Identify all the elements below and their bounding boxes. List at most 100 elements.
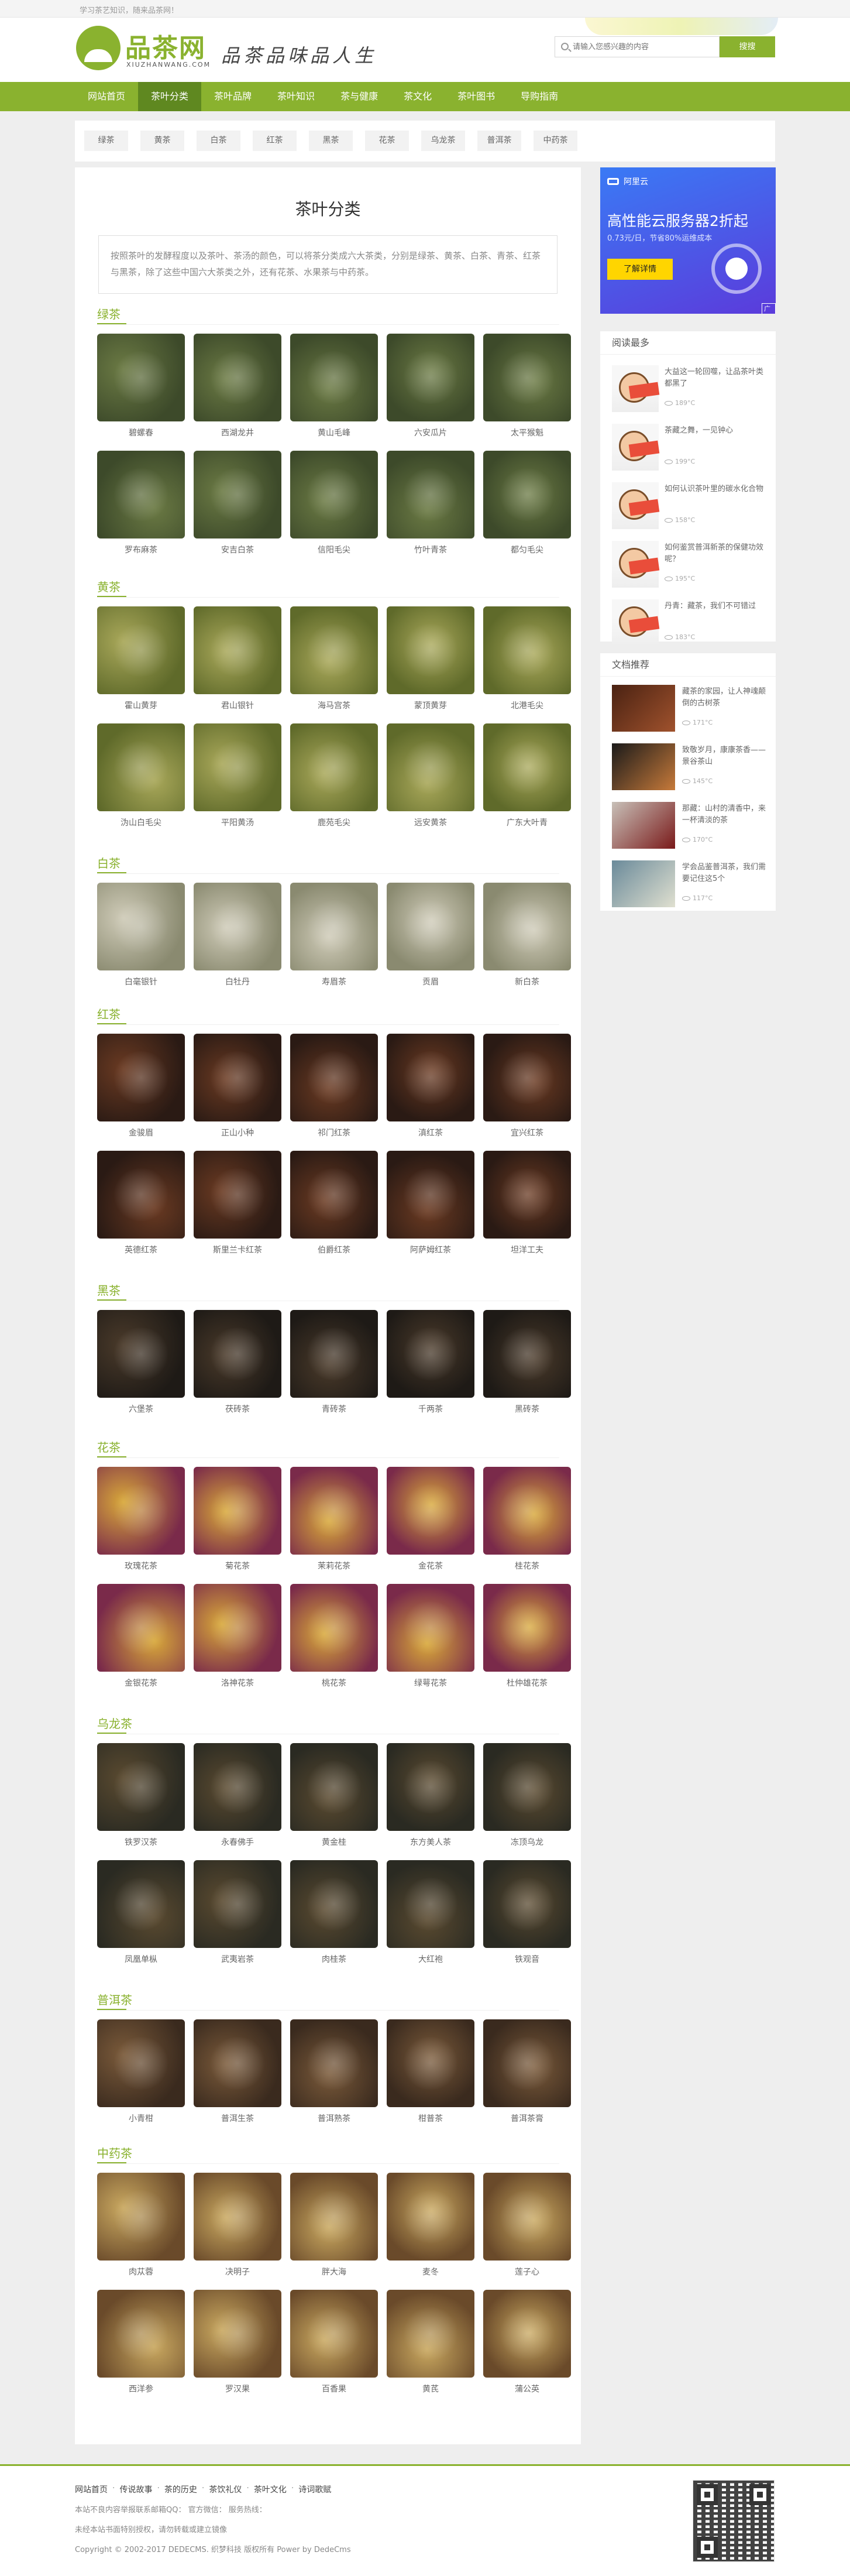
tea-name[interactable]: 铁罗汉茶 bbox=[97, 1831, 185, 1860]
tea-image[interactable] bbox=[483, 1034, 571, 1121]
tea-name[interactable]: 菊花茶 bbox=[194, 1555, 281, 1584]
tea-image[interactable] bbox=[97, 334, 185, 421]
tea-card[interactable]: 永春佛手 bbox=[194, 1743, 281, 1860]
tea-card[interactable]: 东方美人茶 bbox=[387, 1743, 474, 1860]
tea-image[interactable] bbox=[483, 1584, 571, 1672]
footer-link[interactable]: 茶饮礼仪 bbox=[209, 2484, 242, 2495]
tea-card[interactable]: 君山银针 bbox=[194, 606, 281, 723]
tea-name[interactable]: 东方美人茶 bbox=[387, 1831, 474, 1860]
most-read-item[interactable]: 茶藏之舞，一见钟心 199°C bbox=[600, 413, 776, 472]
tea-image[interactable] bbox=[483, 606, 571, 694]
tea-name[interactable]: 沩山白毛尖 bbox=[97, 811, 185, 841]
footer-link[interactable]: 茶叶文化 bbox=[254, 2484, 287, 2495]
tea-name[interactable]: 麦冬 bbox=[387, 2261, 474, 2290]
doc-item-title[interactable]: 学会品鉴普洱茶，我们需要记住这5个 bbox=[682, 862, 770, 885]
tea-name[interactable]: 贡眉 bbox=[387, 970, 474, 1000]
tea-card[interactable]: 罗布麻茶 bbox=[97, 451, 185, 568]
tea-card[interactable]: 贡眉 bbox=[387, 883, 474, 1000]
most-read-thumb[interactable] bbox=[612, 424, 660, 471]
tea-name[interactable]: 都匀毛尖 bbox=[483, 538, 571, 568]
doc-thumb[interactable] bbox=[612, 685, 675, 732]
tea-image[interactable] bbox=[483, 2019, 571, 2107]
tea-image[interactable] bbox=[483, 451, 571, 538]
tea-name[interactable]: 金花茶 bbox=[387, 1555, 474, 1584]
tea-name[interactable]: 普洱生茶 bbox=[194, 2107, 281, 2136]
nav-item-7[interactable]: 导购指南 bbox=[508, 82, 571, 111]
most-read-thumb[interactable] bbox=[612, 599, 660, 646]
doc-item[interactable]: 致敬岁月，康康茶香——景谷茶山 145°C bbox=[600, 735, 776, 794]
tea-card[interactable]: 伯爵红茶 bbox=[290, 1151, 378, 1268]
tea-image[interactable] bbox=[97, 723, 185, 811]
tea-image[interactable] bbox=[97, 1584, 185, 1672]
tea-card[interactable]: 六安瓜片 bbox=[387, 334, 474, 451]
tea-card[interactable]: 千两茶 bbox=[387, 1310, 474, 1427]
tea-card[interactable]: 西洋参 bbox=[97, 2290, 185, 2407]
doc-thumb[interactable] bbox=[612, 743, 675, 790]
tea-image[interactable] bbox=[194, 451, 281, 538]
tea-card[interactable]: 斯里兰卡红茶 bbox=[194, 1151, 281, 1268]
tea-name[interactable]: 武夷岩茶 bbox=[194, 1948, 281, 1977]
tea-card[interactable]: 小青柑 bbox=[97, 2019, 185, 2136]
subnav-item-5[interactable]: 花茶 bbox=[365, 131, 409, 151]
tea-image[interactable] bbox=[387, 2290, 474, 2378]
tea-image[interactable] bbox=[194, 723, 281, 811]
tea-card[interactable]: 金银花茶 bbox=[97, 1584, 185, 1701]
tea-card[interactable]: 凤凰单枞 bbox=[97, 1860, 185, 1977]
tea-image[interactable] bbox=[290, 723, 378, 811]
tea-image[interactable] bbox=[290, 2019, 378, 2107]
tea-name[interactable]: 滇红茶 bbox=[387, 1121, 474, 1151]
tea-image[interactable] bbox=[97, 1743, 185, 1831]
tea-image[interactable] bbox=[194, 334, 281, 421]
tea-card[interactable]: 六堡茶 bbox=[97, 1310, 185, 1427]
tea-card[interactable]: 大红袍 bbox=[387, 1860, 474, 1977]
tea-card[interactable]: 碧螺春 bbox=[97, 334, 185, 451]
tea-card[interactable]: 新白茶 bbox=[483, 883, 571, 1000]
doc-item-title[interactable]: 致敬岁月，康康茶香——景谷茶山 bbox=[682, 745, 770, 768]
tea-name[interactable]: 斯里兰卡红茶 bbox=[194, 1239, 281, 1268]
nav-item-1[interactable]: 茶叶分类 bbox=[138, 82, 202, 111]
tea-name[interactable]: 千两茶 bbox=[387, 1398, 474, 1427]
tea-name[interactable]: 黄芪 bbox=[387, 2378, 474, 2407]
tea-card[interactable]: 坦洋工夫 bbox=[483, 1151, 571, 1268]
tea-name[interactable]: 平阳黄汤 bbox=[194, 811, 281, 841]
tea-image[interactable] bbox=[194, 1310, 281, 1398]
tea-card[interactable]: 都匀毛尖 bbox=[483, 451, 571, 568]
tea-name[interactable]: 罗汉果 bbox=[194, 2378, 281, 2407]
tea-card[interactable]: 金花茶 bbox=[387, 1467, 474, 1584]
tea-card[interactable]: 铁观音 bbox=[483, 1860, 571, 1977]
doc-item[interactable]: 学会品鉴普洱茶，我们需要记住这5个 117°C bbox=[600, 852, 776, 911]
tea-name[interactable]: 青砖茶 bbox=[290, 1398, 378, 1427]
tea-card[interactable]: 罗汉果 bbox=[194, 2290, 281, 2407]
tea-image[interactable] bbox=[97, 883, 185, 970]
tea-image[interactable] bbox=[290, 1743, 378, 1831]
tea-name[interactable]: 新白茶 bbox=[483, 970, 571, 1000]
tea-image[interactable] bbox=[290, 1860, 378, 1948]
tea-image[interactable] bbox=[483, 1860, 571, 1948]
subnav-item-2[interactable]: 白茶 bbox=[197, 131, 240, 151]
tea-name[interactable]: 西湖龙井 bbox=[194, 421, 281, 451]
tea-card[interactable]: 英德红茶 bbox=[97, 1151, 185, 1268]
doc-item[interactable]: 藏茶的家园，让人神魂颠倒的古树茶 171°C bbox=[600, 677, 776, 735]
most-read-item[interactable]: 如何认识茶叶里的碳水化合物 158°C bbox=[600, 472, 776, 530]
tea-image[interactable] bbox=[97, 1034, 185, 1121]
tea-name[interactable]: 阿萨姆红茶 bbox=[387, 1239, 474, 1268]
tea-image[interactable] bbox=[387, 606, 474, 694]
tea-card[interactable]: 鹿苑毛尖 bbox=[290, 723, 378, 841]
tea-name[interactable]: 小青柑 bbox=[97, 2107, 185, 2136]
tea-name[interactable]: 普洱茶膏 bbox=[483, 2107, 571, 2136]
tea-name[interactable]: 白牡丹 bbox=[194, 970, 281, 1000]
tea-name[interactable]: 桂花茶 bbox=[483, 1555, 571, 1584]
tea-image[interactable] bbox=[194, 1743, 281, 1831]
tea-card[interactable]: 金骏眉 bbox=[97, 1034, 185, 1151]
tea-image[interactable] bbox=[387, 883, 474, 970]
tea-card[interactable]: 太平猴魁 bbox=[483, 334, 571, 451]
tea-image[interactable] bbox=[194, 883, 281, 970]
tea-name[interactable]: 鹿苑毛尖 bbox=[290, 811, 378, 841]
tea-name[interactable]: 桃花茶 bbox=[290, 1672, 378, 1701]
tea-card[interactable]: 广东大叶青 bbox=[483, 723, 571, 841]
tea-card[interactable]: 滇红茶 bbox=[387, 1034, 474, 1151]
tea-card[interactable]: 肉苁蓉 bbox=[97, 2173, 185, 2290]
tea-name[interactable]: 广东大叶青 bbox=[483, 811, 571, 841]
tea-name[interactable]: 霍山黄芽 bbox=[97, 694, 185, 723]
nav-item-3[interactable]: 茶叶知识 bbox=[264, 82, 328, 111]
